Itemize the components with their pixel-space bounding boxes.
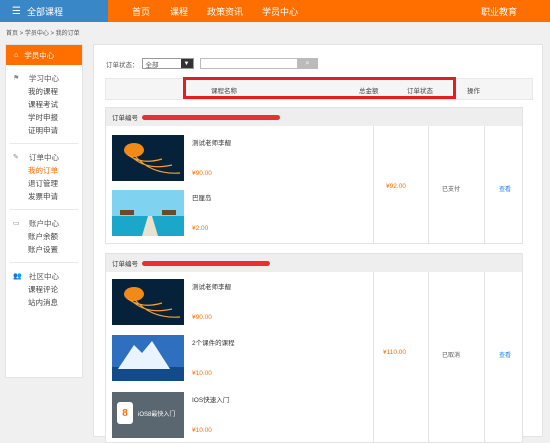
item-price: ¥90.00	[192, 170, 212, 177]
sidebar-item-account-settings[interactable]: 账户设置	[6, 243, 82, 256]
nav-student-center[interactable]: 学员中心	[262, 0, 298, 22]
all-courses-label: 全部课程	[26, 6, 63, 17]
order-status: 已取消	[442, 353, 461, 359]
item-name: 巴厘岛	[192, 195, 212, 202]
order-total: ¥110.00	[383, 349, 407, 356]
bali-thumbnail	[112, 190, 184, 236]
sidebar-item-course-comments[interactable]: 课程评论	[6, 283, 82, 296]
item-name: IOS快速入门	[192, 397, 230, 404]
search-button[interactable]: ⌕	[297, 58, 318, 69]
sidebar-item-invoice[interactable]: 发票申请	[6, 190, 82, 203]
sidebar-item-balance[interactable]: 账户余额	[6, 230, 82, 243]
orders-panel: 订单状态： 全部 ▼ ⌕ 课程名称 总金额 订单状态 操作 订单编号 测试老师李…	[93, 44, 543, 443]
edit-icon: ✎	[13, 154, 19, 161]
jellyfish-thumbnail	[112, 279, 184, 325]
col-action: 操作	[467, 88, 480, 95]
nav-courses[interactable]: 课程	[170, 0, 188, 22]
home-icon: ⌂	[14, 51, 19, 59]
ios8-logo-icon: 8	[117, 402, 133, 424]
order-header: 订单编号	[106, 254, 522, 272]
order-card: 订单编号 测试老师李靓 ¥90.00 2个课件的课程 ¥10.00 8 iOS8…	[105, 253, 523, 443]
menu-list-icon: ☰	[12, 5, 21, 17]
sidebar-item-course-exam[interactable]: 课程考试	[6, 98, 82, 111]
item-name: 2个课件的课程	[192, 340, 235, 347]
top-nav-bar: ☰ 全部课程 首页 课程 政策资讯 学员中心 职业教育	[0, 0, 550, 22]
order-number-label: 订单编号	[112, 115, 138, 122]
sidebar-section-community: 👥 社区中心	[13, 271, 59, 281]
order-number-label: 订单编号	[112, 261, 138, 268]
order-header: 订单编号	[106, 108, 522, 126]
redacted-mark	[142, 260, 270, 266]
search-icon: ⌕	[305, 59, 310, 67]
order-status-select[interactable]: 全部 ▼	[141, 58, 194, 69]
sidebar-section-orders: ✎ 订单中心	[13, 152, 59, 162]
sidebar-item-my-courses[interactable]: 我的课程	[6, 85, 82, 98]
order-filter: 订单状态： 全部 ▼ ⌕	[106, 58, 318, 69]
jellyfish-thumbnail	[112, 135, 184, 181]
order-status: 已支付	[442, 187, 461, 193]
nav-home[interactable]: 首页	[132, 0, 150, 22]
sidebar-item-hours-declare[interactable]: 学时申报	[6, 111, 82, 124]
breadcrumb: 首页 > 学员中心 > 我的订单	[6, 31, 80, 37]
users-icon: 👥	[13, 273, 22, 280]
order-total: ¥92.00	[386, 183, 406, 190]
item-name: 测试老师李靓	[192, 284, 231, 291]
item-name: 测试老师李靓	[192, 140, 231, 147]
order-card: 订单编号 测试老师李靓 ¥90.00 巴厘岛 ¥2.00 ¥92.00 已支付 …	[105, 107, 523, 244]
sidebar-section-account: ▭ 账户中心	[13, 218, 59, 228]
view-order-link[interactable]: 查看	[499, 350, 511, 359]
flag-icon: ⚑	[13, 75, 20, 82]
wallet-icon: ▭	[13, 220, 20, 227]
sidebar-section-learning: ⚑ 学习中心	[13, 73, 59, 83]
view-order-link[interactable]: 查看	[499, 184, 511, 193]
sidebar-header: ⌂ 学员中心	[6, 45, 82, 65]
item-price: ¥10.00	[192, 427, 212, 434]
iceberg-thumbnail	[112, 335, 184, 381]
redacted-mark	[142, 114, 280, 120]
nav-vocational-education[interactable]: 职业教育	[481, 0, 517, 22]
sidebar-item-refund[interactable]: 退订管理	[6, 177, 82, 190]
highlight-box	[183, 77, 456, 99]
item-price: ¥10.00	[192, 370, 212, 377]
all-courses-button[interactable]: ☰ 全部课程	[0, 0, 108, 22]
ios-course-thumbnail: 8 iOS8最快入门	[112, 392, 184, 438]
item-price: ¥90.00	[192, 314, 212, 321]
sidebar: ⌂ 学员中心 ⚑ 学习中心 我的课程 课程考试 学时申报 证明申请 ✎ 订单中心…	[5, 44, 83, 378]
order-status-label: 订单状态：	[106, 61, 139, 69]
sidebar-item-site-messages[interactable]: 站内消息	[6, 296, 82, 309]
sidebar-item-certificate[interactable]: 证明申请	[6, 124, 82, 137]
search-input[interactable]	[199, 58, 298, 69]
nav-policy-news[interactable]: 政策资讯	[207, 0, 243, 22]
sidebar-item-my-orders[interactable]: 我的订单	[6, 164, 82, 177]
chevron-down-icon: ▼	[180, 59, 193, 68]
item-price: ¥2.00	[192, 225, 209, 232]
